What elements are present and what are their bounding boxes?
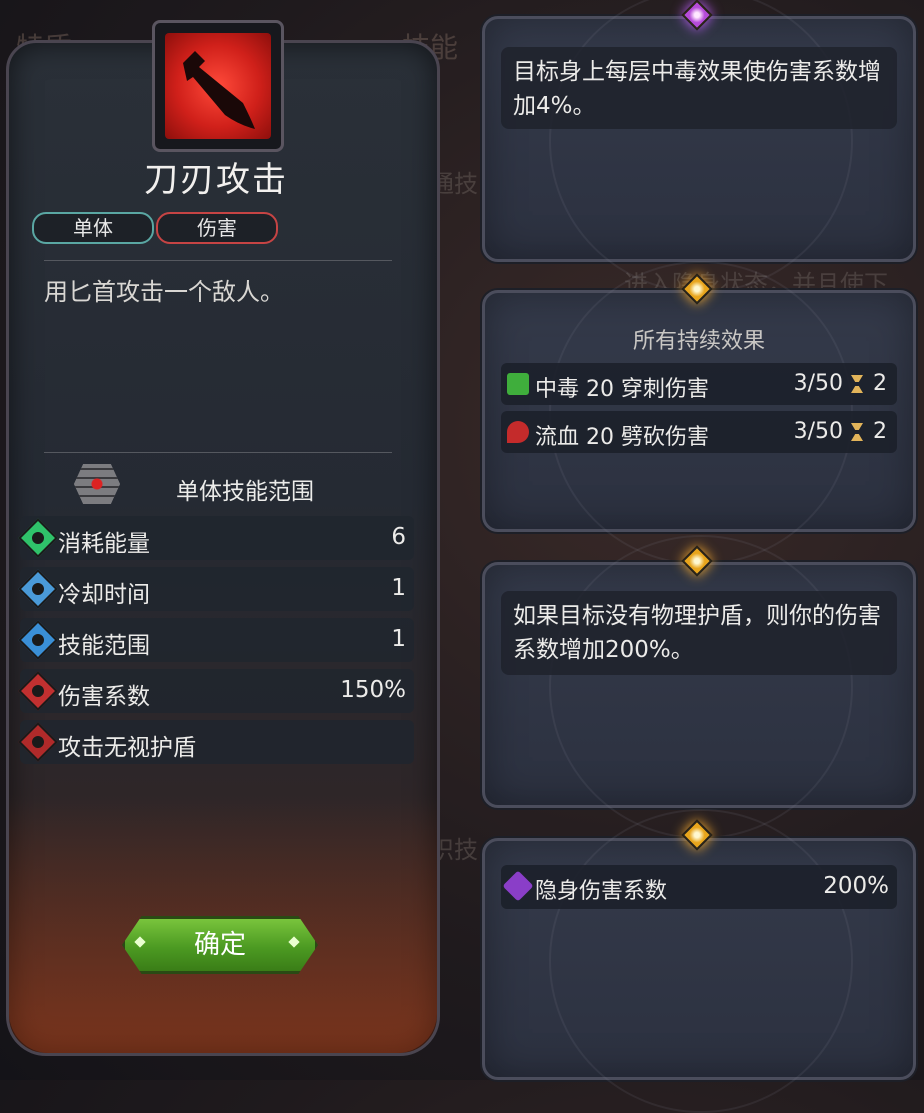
stat-label: 消耗能量 xyxy=(58,531,150,557)
stat-value: 1 xyxy=(391,626,406,652)
stat-value: 1 xyxy=(391,575,406,601)
tooltip-no-shield-bonus: 如果目标没有物理护盾，则你的伤害系数增加200%。 xyxy=(482,535,916,839)
tag-single-target: 单体 xyxy=(32,212,154,244)
effect-name: 中毒 20 穿刺伤害 xyxy=(535,377,709,402)
stealth-value: 200% xyxy=(823,873,889,899)
stat-row-energy: 消耗能量 6 xyxy=(18,516,414,560)
skill-icon-frame xyxy=(152,20,284,152)
tag-damage: 伤害 xyxy=(156,212,278,244)
panel-emblem xyxy=(549,0,853,293)
range-label: 单体技能范围 xyxy=(176,479,314,505)
stat-value: 6 xyxy=(391,524,406,550)
stat-label: 冷却时间 xyxy=(58,582,150,608)
skill-title: 刀刃攻击 xyxy=(144,160,288,200)
text-box: 目标身上每层中毒效果使伤害系数增加4%。 xyxy=(501,47,897,129)
hourglass-icon xyxy=(851,375,863,393)
tooltip-poison-bonus: 目标身上每层中毒效果使伤害系数增加4%。 xyxy=(482,0,916,293)
tooltip-stealth: 隐身伤害系数 200% xyxy=(482,809,916,1113)
panel-emblem xyxy=(549,809,853,1113)
stealth-label: 隐身伤害系数 xyxy=(535,879,668,904)
cooldown-icon xyxy=(18,569,58,609)
effects-title: 所有持续效果 xyxy=(632,329,765,354)
range-icon xyxy=(18,620,58,660)
shield-pierce-icon xyxy=(18,722,58,762)
stat-row-ignore-shield: 攻击无视护盾 xyxy=(18,720,414,764)
poison-bonus-text: 目标身上每层中毒效果使伤害系数增加4%。 xyxy=(513,59,881,119)
stat-row-range: 技能范围 1 xyxy=(18,618,414,662)
energy-icon xyxy=(18,518,58,558)
effect-duration: 2 xyxy=(873,419,887,444)
divider xyxy=(44,452,392,453)
divider xyxy=(44,260,392,261)
confirm-button[interactable]: 确定 xyxy=(122,916,318,974)
stealth-icon xyxy=(502,870,534,902)
stat-row-stealth: 隐身伤害系数 200% xyxy=(501,865,897,909)
effect-row-bleed: 流血 20 劈砍伤害 3/50 2 xyxy=(501,411,897,453)
stat-row-cooldown: 冷却时间 1 xyxy=(18,567,414,611)
hourglass-icon xyxy=(851,423,863,441)
tooltip-ongoing-effects: 所有持续效果 中毒 20 穿刺伤害 3/50 2 流血 20 劈砍伤害 3/50… xyxy=(482,261,916,565)
dagger-icon xyxy=(165,33,271,139)
skill-description: 用匕首攻击一个敌人。 xyxy=(44,278,284,306)
stat-label: 攻击无视护盾 xyxy=(58,735,196,761)
stat-label: 技能范围 xyxy=(58,633,150,659)
damage-icon xyxy=(18,671,58,711)
effect-stacks: 3/50 xyxy=(793,419,843,444)
bleed-icon xyxy=(507,421,529,443)
stat-row-damage: 伤害系数 150% xyxy=(18,669,414,713)
effect-duration: 2 xyxy=(873,371,887,396)
effect-stacks: 3/50 xyxy=(793,371,843,396)
text-box: 如果目标没有物理护盾，则你的伤害系数增加200%。 xyxy=(501,591,897,675)
no-shield-text: 如果目标没有物理护盾，则你的伤害系数增加200%。 xyxy=(513,603,881,663)
effect-name: 流血 20 劈砍伤害 xyxy=(535,425,709,450)
confirm-label: 确定 xyxy=(193,930,246,960)
stat-label: 伤害系数 xyxy=(58,684,150,710)
effect-row-poison: 中毒 20 穿刺伤害 3/50 2 xyxy=(501,363,897,405)
stat-value: 150% xyxy=(340,677,406,703)
poison-icon xyxy=(507,373,529,395)
panel-emblem xyxy=(549,535,853,839)
